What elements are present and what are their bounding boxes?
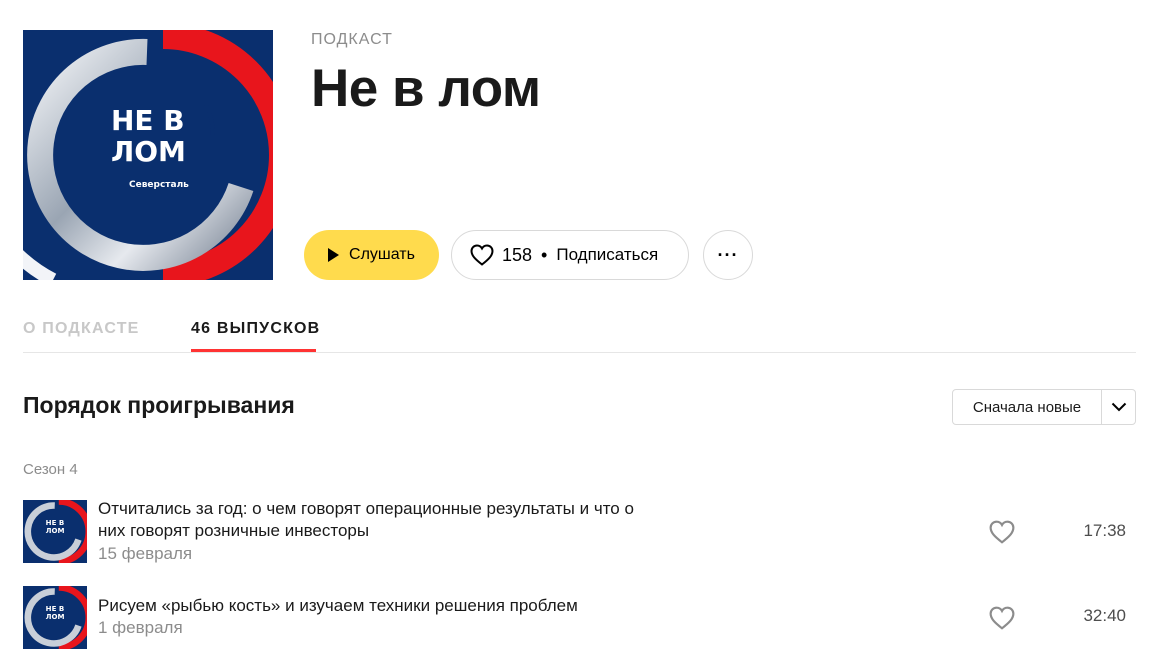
listen-button-label: Слушать	[349, 246, 415, 263]
episode-duration: 17:38	[1083, 521, 1126, 540]
chevron-down-icon	[1111, 402, 1126, 412]
sort-order-value: Сначала новые	[953, 390, 1102, 424]
episode-like-button[interactable]	[989, 606, 1015, 630]
thumb-text-line2: ЛОМ	[46, 612, 65, 621]
thumb-text-line2: ЛОМ	[46, 526, 65, 535]
subscribe-label: Подписаться	[556, 245, 659, 264]
season-label: Сезон 4	[23, 461, 78, 478]
playback-order-heading: Порядок проигрывания	[23, 392, 295, 418]
more-dots-icon[interactable]: ···	[703, 230, 753, 280]
episode-cover-art: НЕ В ЛОМ	[23, 500, 87, 563]
podcast-cover: НЕ В ЛОМ Северсталь	[23, 30, 273, 280]
episode-date: 1 февраля	[98, 618, 183, 637]
episode-cover-thumb[interactable]: НЕ В ЛОМ	[23, 500, 87, 563]
episode-title[interactable]: Рисуем «рыбью кость» и изучаем техники р…	[98, 595, 638, 617]
heart-icon	[989, 606, 1015, 630]
episode-title[interactable]: Отчитались за год: о чем говорят операци…	[98, 498, 638, 542]
cover-text-line2: ЛОМ	[111, 135, 186, 168]
podcast-cover-art: НЕ В ЛОМ Северсталь	[23, 30, 273, 280]
separator-dot: •	[541, 244, 548, 265]
episode-date: 15 февраля	[98, 544, 193, 563]
play-icon	[328, 248, 340, 262]
episode-cover-thumb[interactable]: НЕ В ЛОМ	[23, 586, 87, 649]
content-kind-label: ПОДКАСТ	[311, 31, 393, 48]
tabs-divider	[23, 352, 1136, 353]
episode-duration: 32:40	[1083, 606, 1126, 625]
tab-about[interactable]: О ПОДКАСТЕ	[23, 320, 140, 338]
more-button-label: ···	[717, 244, 739, 265]
cover-text-line1: НЕ В	[111, 104, 185, 137]
sort-dropdown-toggle[interactable]	[1102, 390, 1135, 424]
sort-order-select[interactable]: Сначала новые	[952, 389, 1136, 425]
likes-count: 158	[502, 244, 533, 265]
cover-brand: Северсталь	[129, 180, 189, 190]
heart-icon	[989, 520, 1015, 544]
heart-icon	[470, 244, 494, 266]
listen-button[interactable]: Слушать	[304, 230, 439, 280]
podcast-title: Не в лом	[311, 59, 541, 118]
subscribe-button[interactable]: 158 • Подписаться	[451, 230, 689, 280]
episode-like-button[interactable]	[989, 520, 1015, 544]
episode-cover-art: НЕ В ЛОМ	[23, 586, 87, 649]
tab-episodes[interactable]: 46 ВЫПУСКОВ	[191, 320, 320, 338]
